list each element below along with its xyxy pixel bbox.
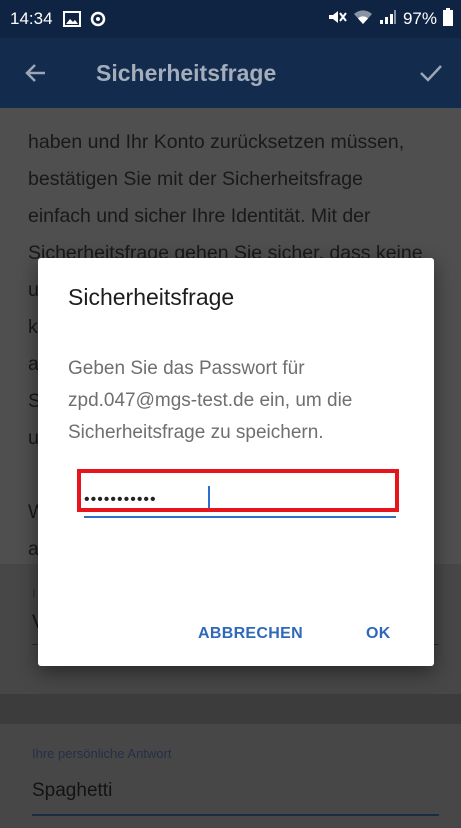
dialog-title: Sicherheitsfrage <box>68 284 235 310</box>
text-caret <box>208 486 210 512</box>
check-icon <box>420 65 442 82</box>
status-bar: 14:34 97% <box>0 0 461 38</box>
paragraph-line: bestätigen Sie mit der Sicherheitsfrage <box>28 168 363 190</box>
password-field[interactable] <box>84 484 396 518</box>
field-underline <box>32 814 439 816</box>
answer-field[interactable]: Ihre persönliche Antwort Spaghetti <box>0 724 461 828</box>
arrow-left-icon <box>25 64 45 82</box>
paragraph-line: haben und Ihr Konto zurücksetzen müssen, <box>28 131 405 153</box>
page-title: Sicherheitsfrage <box>96 59 277 86</box>
confirm-button[interactable] <box>401 38 461 108</box>
battery-percent: 97% <box>402 9 437 28</box>
dialog-message: Geben Sie das Passwort für zpd.047@mgs-t… <box>68 353 408 449</box>
paragraph-line: einfach und sicher Ihre Identität. Mit d… <box>28 205 371 227</box>
app-notification-icon <box>89 10 107 28</box>
cancel-button[interactable]: ABBRECHEN <box>198 625 303 643</box>
app-toolbar: Sicherheitsfrage <box>0 38 461 108</box>
password-underline <box>84 516 396 518</box>
back-button[interactable] <box>0 38 72 108</box>
gallery-icon <box>62 11 81 27</box>
wifi-icon <box>353 9 373 30</box>
status-right: 97% <box>327 7 453 31</box>
battery-icon <box>443 7 453 31</box>
answer-value: Spaghetti <box>32 780 113 801</box>
mute-icon <box>327 9 347 30</box>
section-divider <box>0 694 461 724</box>
signal-icon <box>379 9 397 30</box>
dialog-message-line: Geben Sie das Passwort für <box>68 358 305 379</box>
dialog-message-line: Sicherheitsfrage zu speichern. <box>68 422 324 443</box>
dialog-message-line: zpd.047@mgs-test.de ein, um die <box>68 390 353 411</box>
status-time: 14:34 <box>10 9 53 28</box>
answer-label: Ihre persönliche Antwort <box>32 746 172 761</box>
ok-button[interactable]: OK <box>366 625 391 643</box>
password-input[interactable] <box>84 484 396 516</box>
password-dialog: Sicherheitsfrage Geben Sie das Passwort … <box>38 258 434 666</box>
security-question-label: I <box>32 586 36 601</box>
